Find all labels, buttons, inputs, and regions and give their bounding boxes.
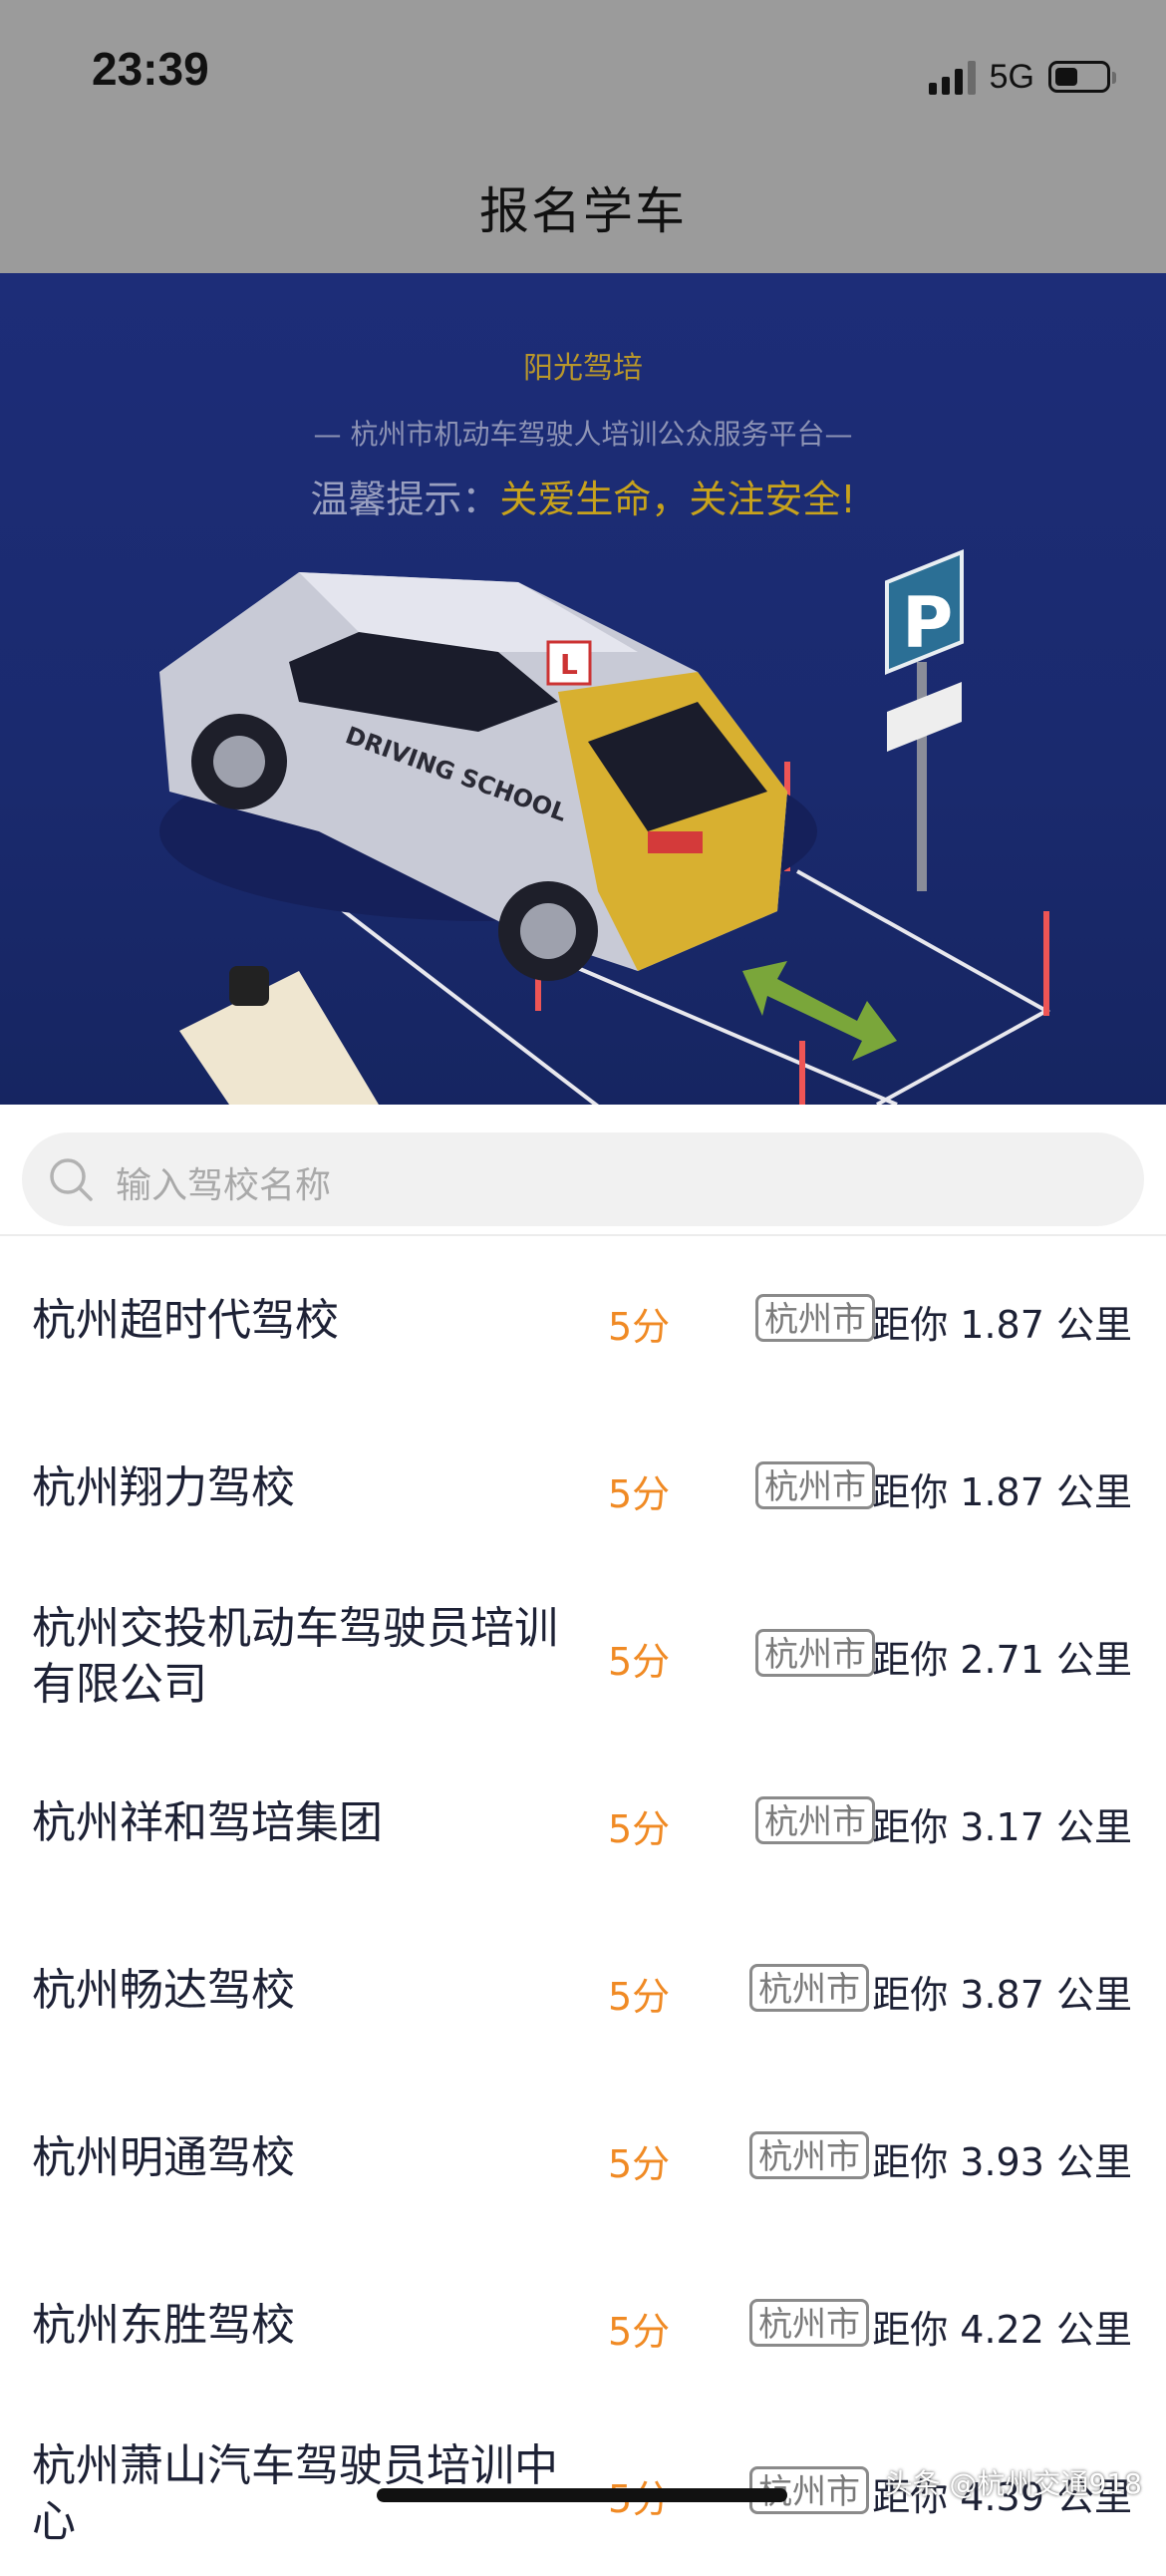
- city-badge: 杭州市: [749, 1964, 869, 2012]
- school-score: 5分: [608, 1305, 671, 1349]
- school-score: 5分: [608, 2310, 671, 2354]
- school-name: 杭州祥和驾培集团: [32, 1797, 383, 1848]
- status-icons: 5G: [928, 52, 1116, 102]
- list-item[interactable]: 杭州畅达驾校 5分 杭州市 距你 3.87 公里: [0, 1906, 1166, 2074]
- network-type: 5G: [989, 57, 1034, 96]
- driving-school-illustration: DRIVING SCHOOL L P: [159, 549, 1051, 1105]
- search-input[interactable]: 输入驾校名称: [22, 1132, 1144, 1226]
- school-score: 5分: [608, 2142, 671, 2186]
- distance-text: 距你 3.87 公里: [872, 1973, 1132, 2017]
- city-badge: 杭州市: [755, 1629, 875, 1677]
- car-badge: L: [560, 648, 578, 681]
- city-badge: 杭州市: [755, 1461, 875, 1509]
- battery-icon: [1048, 61, 1116, 93]
- list-item[interactable]: 杭州超时代驾校 5分 杭州市 距你 1.87 公里: [0, 1236, 1166, 1404]
- school-name: 杭州明通驾校: [32, 2132, 295, 2183]
- list-item[interactable]: 杭州明通驾校 5分 杭州市 距你 3.93 公里: [0, 2074, 1166, 2241]
- list-item[interactable]: 杭州祥和驾培集团 5分 杭州市 距你 3.17 公里: [0, 1739, 1166, 1906]
- school-name: 杭州畅达驾校: [32, 1965, 295, 2016]
- city-badge: 杭州市: [755, 1796, 875, 1844]
- status-time: 23:39: [92, 43, 209, 95]
- school-name: 杭州翔力驾校: [32, 1462, 295, 1513]
- watermark: 头条 @杭州交通918: [884, 2467, 1142, 2500]
- school-name: 杭州东胜驾校: [32, 2300, 295, 2351]
- list-item[interactable]: 杭州交投机动车驾驶员培训有限公司 5分 杭州市 距你 2.71 公里: [0, 1571, 1166, 1739]
- distance-text: 距你 4.22 公里: [872, 2308, 1132, 2352]
- distance-text: 距你 1.87 公里: [872, 1470, 1132, 1514]
- search-section: 输入驾校名称: [0, 1105, 1166, 1236]
- cellular-signal-icon: [928, 59, 976, 95]
- distance-text: 距你 3.17 公里: [872, 1805, 1132, 1849]
- school-score: 5分: [608, 1472, 671, 1516]
- school-score: 5分: [608, 1640, 671, 1684]
- city-badge: 杭州市: [749, 2131, 869, 2179]
- header-bar: 23:39 5G 报名学车: [0, 0, 1166, 273]
- distance-text: 距你 3.93 公里: [872, 2140, 1132, 2184]
- school-name: 杭州交投机动车驾驶员培训有限公司: [32, 1603, 558, 1710]
- search-placeholder: 输入驾校名称: [116, 1165, 332, 1206]
- school-score: 5分: [608, 1975, 671, 2019]
- list-item[interactable]: 杭州东胜驾校 5分 杭州市 距你 4.22 公里: [0, 2241, 1166, 2409]
- distance-text: 距你 2.71 公里: [872, 1638, 1132, 1682]
- hero-banner[interactable]: 阳光驾培 — 杭州市机动车驾驶人培训公众服务平台— 温馨提示：关爱生命，关注安全…: [0, 273, 1166, 1105]
- parking-sign: P: [902, 582, 953, 664]
- search-icon: [50, 1158, 93, 1201]
- list-item[interactable]: 杭州翔力驾校 5分 杭州市 距你 1.87 公里: [0, 1404, 1166, 1571]
- distance-text: 距你 1.87 公里: [872, 1303, 1132, 1347]
- home-indicator[interactable]: [377, 2488, 787, 2502]
- school-score: 5分: [608, 1807, 671, 1851]
- school-name: 杭州超时代驾校: [32, 1295, 339, 1346]
- page-title: 报名学车: [479, 182, 687, 240]
- city-badge: 杭州市: [755, 1294, 875, 1342]
- city-badge: 杭州市: [749, 2299, 869, 2347]
